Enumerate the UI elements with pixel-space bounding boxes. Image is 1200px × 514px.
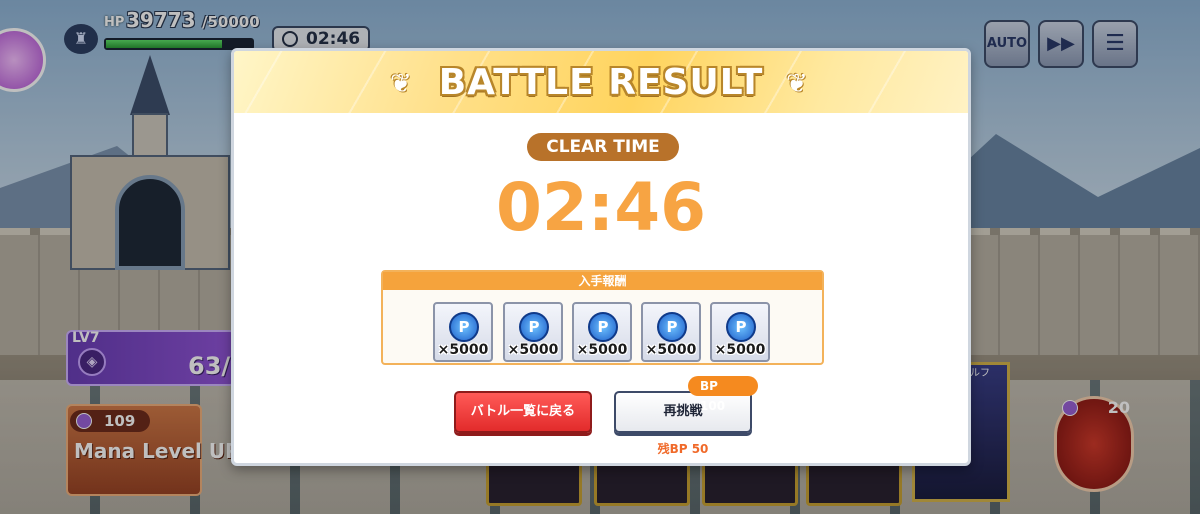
reward-item[interactable]: P ×5000 — [433, 302, 493, 362]
remaining-bp: 残BP 50 — [657, 442, 709, 456]
reward-quantity: ×5000 — [576, 342, 628, 358]
reward-item[interactable]: P ×5000 — [503, 302, 563, 362]
clear-time-value: 02:46 — [495, 169, 707, 246]
rewards-header: 入手報酬 — [383, 272, 822, 290]
laurel-right-icon: ❦ — [786, 69, 808, 99]
reward-quantity: ×5000 — [437, 342, 489, 358]
bp-label: BP — [700, 379, 718, 393]
p-coin-icon: P — [519, 312, 549, 342]
battle-result-dialog: ❦ BATTLE RESULT ❦ CLEAR TIME 02:46 入手報酬 … — [231, 48, 971, 466]
p-coin-icon: P — [449, 312, 479, 342]
p-coin-icon: P — [657, 312, 687, 342]
reward-quantity: ×5000 — [507, 342, 559, 358]
reward-item[interactable]: P ×5000 — [641, 302, 701, 362]
reward-item[interactable]: P ×5000 — [572, 302, 632, 362]
reward-quantity: ×5000 — [645, 342, 697, 358]
result-title: BATTLE RESULT — [438, 62, 764, 103]
result-header: ❦ BATTLE RESULT ❦ — [234, 51, 968, 113]
rewards-panel: 入手報酬 P ×5000 P ×5000 P ×5000 P ×5000 P ×… — [381, 270, 824, 365]
bp-cost-badge: BP 100 — [688, 376, 758, 413]
reward-quantity: ×5000 — [714, 342, 766, 358]
p-coin-icon: P — [726, 312, 756, 342]
bp-cost-value: 100 — [700, 399, 726, 413]
retry-button[interactable]: 再挑戦 — [614, 391, 752, 433]
p-coin-icon: P — [588, 312, 618, 342]
back-to-battle-list-button[interactable]: バトル一覧に戻る — [454, 391, 592, 433]
clear-time-label: CLEAR TIME — [527, 133, 679, 161]
reward-item[interactable]: P ×5000 — [710, 302, 770, 362]
